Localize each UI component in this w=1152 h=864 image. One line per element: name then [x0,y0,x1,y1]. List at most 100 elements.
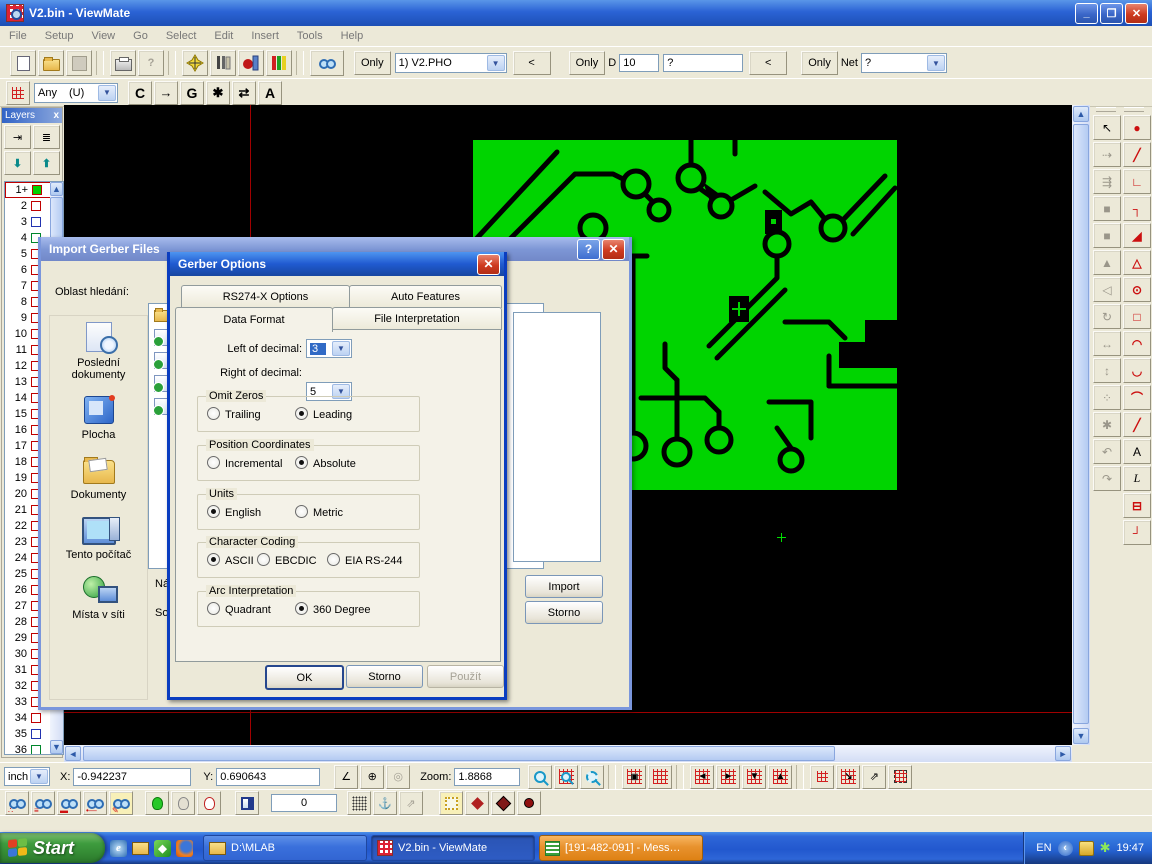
pan-up-button[interactable]: ▲ [768,765,792,789]
zoom-field[interactable]: 1.8868 [454,768,520,786]
quad-view-button[interactable] [235,791,259,815]
selected-files-list[interactable] [513,312,601,562]
chevron-down-icon[interactable]: ▼ [30,769,48,784]
rotate-button[interactable]: ↻ [1093,304,1121,329]
snap-marker-button[interactable] [182,50,208,76]
menu-go[interactable]: Go [124,28,157,44]
maximize-button[interactable]: ❐ [1100,3,1123,24]
scroll-right-icon[interactable]: ► [1055,746,1071,761]
zoom-grid-button[interactable] [554,765,578,789]
layer-down-button[interactable]: ⬇ [4,151,31,175]
pattern-select-button[interactable] [6,81,30,105]
radio-unselected-icon[interactable] [295,505,308,518]
layer-combo[interactable]: 1) V2.PHO ▼ [395,53,507,73]
close-icon[interactable]: ✕ [477,254,500,275]
view-traces-button[interactable]: ≡ [31,791,55,815]
menu-edit[interactable]: Edit [205,28,242,44]
tray-app-icon[interactable] [1079,841,1094,856]
task-button[interactable]: [191-482-091] - Mess… [539,835,703,861]
radio-selected-icon[interactable] [207,553,220,566]
layer-up-button[interactable]: ⬆ [33,151,60,175]
layer-color-chip[interactable] [31,729,41,739]
draw-dimension-button[interactable]: ⊟ [1123,493,1151,518]
layer-table-button[interactable]: ≣ [33,125,60,149]
film-colors-button[interactable] [266,50,292,76]
layer-color-chip[interactable] [31,713,41,723]
draw-pad-button[interactable]: ● [1123,115,1151,140]
task-button[interactable]: D:\MLAB [203,835,367,861]
settings-gear-button[interactable]: ✱ [1093,412,1121,437]
film-c-button[interactable] [238,50,264,76]
menu-insert[interactable]: Insert [242,28,288,44]
x-coordinate-field[interactable]: -0.942237 [73,768,191,786]
scroll-down-icon[interactable]: ▼ [1073,728,1089,744]
y-coordinate-field[interactable]: 0.690643 [216,768,320,786]
view-grid-button[interactable] [648,765,672,789]
view-polygons-button[interactable]: ▬ [57,791,81,815]
ok-button[interactable]: OK [265,665,344,690]
place-recent-documents[interactable]: Poslední dokumenty [50,322,147,381]
scroll-up-icon[interactable]: ▲ [50,182,63,196]
radio-unselected-icon[interactable] [207,456,220,469]
hscroll-thumb[interactable] [83,746,835,761]
highlight-off-button[interactable] [171,791,195,815]
radio-unselected-icon[interactable] [207,602,220,615]
menu-view[interactable]: View [82,28,124,44]
menu-tools[interactable]: Tools [288,28,332,44]
radio-option[interactable]: Quadrant [207,602,271,616]
anchor-button[interactable]: ⚓ [373,791,397,815]
item-type-combo[interactable]: Any (U) ▼ [34,83,118,103]
place-desktop[interactable]: Plocha [50,394,147,441]
pan-right-button[interactable]: ► [716,765,740,789]
gerber-dialog-titlebar[interactable]: Gerber Options ✕ [170,252,504,276]
redo-rotate-button[interactable]: ↷ [1093,466,1121,491]
chevron-down-icon[interactable]: ▼ [332,341,350,356]
radio-option[interactable]: Absolute [295,456,356,470]
measure-tools-button[interactable] [210,50,236,76]
cursor-button[interactable]: ↖ [1093,115,1121,140]
save-button[interactable] [66,50,92,76]
draw-round-corner-button[interactable]: ┘ [1123,520,1151,545]
task-button[interactable]: V2.bin - ViewMate [371,835,535,861]
text-filter-button[interactable]: A [258,81,282,105]
quicklaunch-app-icon[interactable]: ◆ [154,840,171,857]
draw-bend-button[interactable]: ┐ [1123,196,1151,221]
place-my-computer[interactable]: Tento počítač [50,514,147,561]
view-pads-button[interactable]: ∴ [5,791,29,815]
draw-circle-button[interactable]: ⊙ [1123,277,1151,302]
layer-insert-button[interactable]: ⇥ [4,125,31,149]
radio-unselected-icon[interactable] [257,553,270,566]
quicklaunch-folder-icon[interactable] [132,840,149,857]
layer-color-chip[interactable] [31,217,41,227]
origin-button[interactable]: ⊕ [360,765,384,789]
language-indicator[interactable]: EN [1036,842,1051,854]
firefox-icon[interactable] [176,840,193,857]
vscroll-thumb[interactable] [1073,124,1089,724]
new-file-button[interactable] [10,50,36,76]
menu-setup[interactable]: Setup [36,28,83,44]
radio-unselected-icon[interactable] [327,553,340,566]
draw-arc2-button[interactable]: ◡ [1123,358,1151,383]
mirror-horizontal-button[interactable]: ◁ [1093,277,1121,302]
gerber-cancel-button[interactable]: Storno [346,665,423,688]
jump-path-button[interactable]: ⇗ [399,791,423,815]
radio-unselected-icon[interactable] [207,407,220,420]
menu-select[interactable]: Select [157,28,206,44]
hide-icons-icon[interactable]: ‹ [1058,841,1073,856]
grid-small-button[interactable] [810,765,834,789]
chevron-down-icon[interactable]: ▼ [98,85,116,101]
draw-text-button[interactable]: A [1123,439,1151,464]
only-net-button[interactable]: Only [801,51,838,75]
canvas-vscrollbar[interactable]: ▲ ▼ [1072,105,1090,745]
pan-left-button[interactable]: ◄ [690,765,714,789]
minimize-button[interactable]: _ [1075,3,1098,24]
place-documents[interactable]: Dokumenty [50,454,147,501]
view-sketch-button[interactable]: ✎ [109,791,133,815]
dcode-filter-input[interactable]: ? [663,54,743,72]
scroll-left-icon[interactable]: ◄ [65,746,81,761]
draw-triangle-button[interactable]: △ [1123,250,1151,275]
radio-option[interactable]: 360 Degree [295,602,371,616]
only-layer-button[interactable]: Only [354,51,391,75]
import-cancel-button[interactable]: Storno [525,601,603,624]
film-view-button[interactable] [310,50,344,76]
